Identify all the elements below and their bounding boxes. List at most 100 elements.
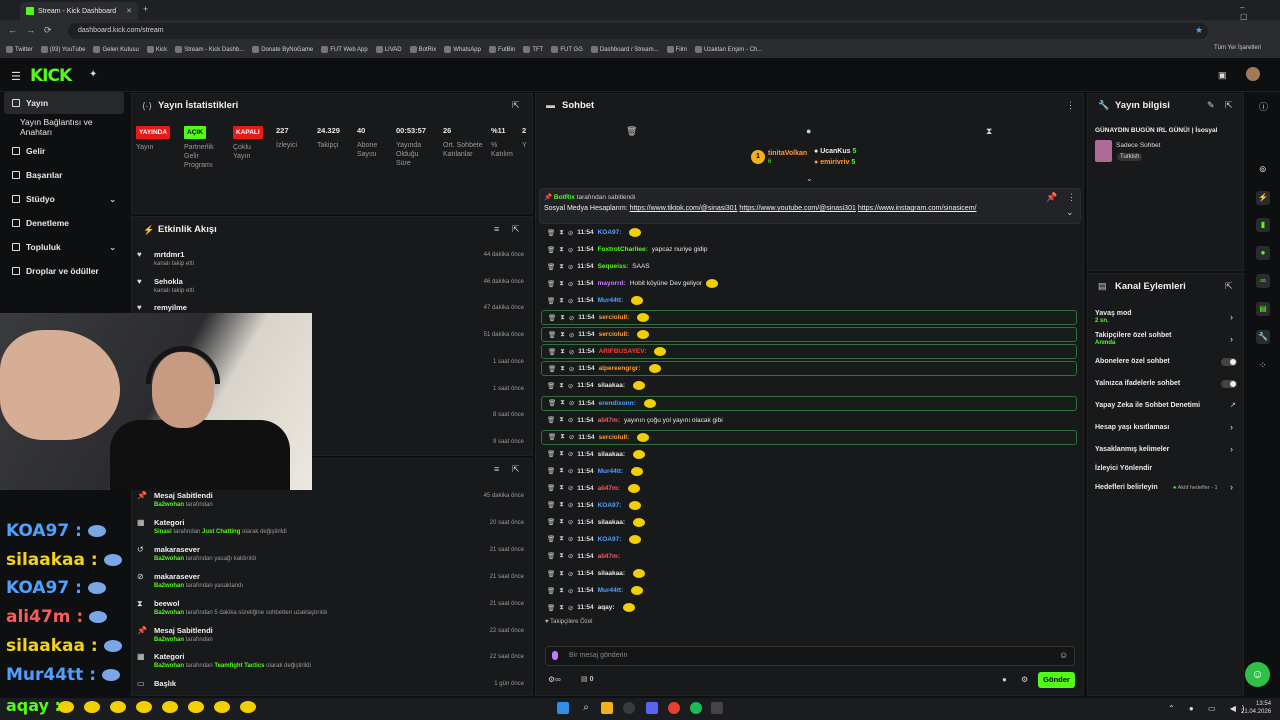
quick-action-1-icon[interactable]: ⚡: [1256, 191, 1270, 205]
ban-icon[interactable]: ⊘: [568, 570, 573, 578]
chat-username[interactable]: Mur44tt:: [598, 297, 624, 304]
chat-username[interactable]: KOA97:: [598, 536, 622, 543]
more-icon[interactable]: ⋮: [1067, 192, 1076, 203]
filter-icon[interactable]: ≡: [494, 464, 499, 474]
timeout-icon[interactable]: ⧗: [559, 604, 564, 612]
ban-icon[interactable]: ⊘: [569, 433, 574, 441]
action-banned-words[interactable]: Yasaklanmış kelimeler: [1095, 446, 1169, 453]
delete-icon[interactable]: 🗑: [547, 382, 555, 390]
sidebar-item-basarilar[interactable]: Başarılar: [4, 164, 124, 186]
bookmark-star-icon[interactable]: ★: [1195, 25, 1203, 36]
chat-username[interactable]: Mur44tt:: [598, 587, 624, 594]
chevron-right-icon[interactable]: ›: [1230, 444, 1233, 454]
ban-icon[interactable]: ⊘: [568, 229, 573, 237]
chevron-right-icon[interactable]: ›: [1230, 312, 1233, 322]
sidebar-item-stream-key[interactable]: Yayın Bağlantısı ve Anahtarı: [4, 116, 124, 138]
delete-icon[interactable]: 🗑: [547, 552, 555, 560]
camera-icon[interactable]: ⊚: [1259, 164, 1267, 175]
action-host[interactable]: İzleyici Yönlendir: [1095, 465, 1152, 472]
chat-username[interactable]: silaakaa:: [598, 451, 625, 458]
chat-message[interactable]: 🗑 ⧗ ⊘ 11:54 silaakaa:: [541, 566, 1077, 581]
kick-logo[interactable]: KICK: [30, 66, 72, 86]
chat-username[interactable]: FoxtrotCharliee:: [598, 246, 648, 253]
support-chat-icon[interactable]: ☺: [1245, 662, 1270, 687]
chat-username[interactable]: mayorrd:: [598, 280, 626, 287]
bookmark-item[interactable]: FUT Web App: [321, 46, 368, 53]
action-slow-mode[interactable]: Yavaş mod 2 sn.: [1095, 310, 1132, 324]
chat-message[interactable]: 🗑 ⧗ ⊘ 11:54 ARIFBUSAYEV:: [541, 344, 1077, 360]
timeout-icon[interactable]: ⧗: [560, 314, 565, 322]
chat-username[interactable]: sercioluII:: [599, 434, 630, 441]
chat-username[interactable]: sercioluII:: [599, 331, 630, 338]
ban-icon[interactable]: ⊘: [568, 518, 573, 526]
chat-message[interactable]: 🗑 ⧗ ⊘ 11:54 sercioluII:: [541, 327, 1077, 343]
bookmark-item[interactable]: FUT GG: [551, 46, 583, 53]
delete-icon[interactable]: 🗑: [547, 518, 555, 526]
bookmark-item[interactable]: Stream - Kick Dashb...: [175, 46, 244, 53]
popout-icon[interactable]: ⇱: [1225, 100, 1233, 111]
ban-icon[interactable]: ⊘: [569, 314, 574, 322]
delete-icon[interactable]: 🗑: [547, 450, 555, 458]
chat-username[interactable]: Sequeiss:: [598, 263, 629, 270]
chat-message[interactable]: 🗑 ⧗ ⊘ 11:54 silaakaa:: [541, 378, 1077, 393]
action-goals[interactable]: Hedefleri belirleyin: [1095, 484, 1158, 491]
emote-only-toggle[interactable]: [1221, 380, 1237, 388]
chat-username[interactable]: ali47m:: [598, 417, 620, 424]
chat-message[interactable]: 🗑 ⧗ ⊘ 11:54 sercioluII:: [541, 429, 1077, 445]
url-field[interactable]: dashboard.kick.com/stream: [68, 23, 1208, 39]
pinned-link[interactable]: https://www.tiktok.com/@sinasi301: [630, 205, 738, 212]
sidebar-item-topluluk[interactable]: Topluluk ⌄: [4, 236, 124, 258]
delete-icon[interactable]: 🗑: [547, 280, 555, 288]
screen-icon[interactable]: ▣: [1218, 70, 1227, 81]
sidebar-item-denetleme[interactable]: Denetleme: [4, 212, 124, 234]
subs-only-toggle[interactable]: [1221, 358, 1237, 366]
chat-message[interactable]: 🗑 ⧗ ⊘ 11:54 KOA97:: [541, 225, 1077, 240]
chat-message[interactable]: 🗑 ⧗ ⊘ 11:54 erendixonn:: [541, 395, 1077, 411]
timeout-icon[interactable]: ⧗: [559, 467, 564, 475]
chat-message[interactable]: 🗑 ⧗ ⊘ 11:54 ali47m:: [541, 481, 1077, 496]
chat-message[interactable]: 🗑 ⧗ ⊘ 11:54 sercioluII:: [541, 310, 1077, 326]
bookmark-item[interactable]: Donate ByNoGame: [252, 46, 313, 53]
timeout-icon[interactable]: ⧗: [560, 433, 565, 441]
category-name[interactable]: Sadece Sohbet: [1116, 142, 1160, 149]
chat-message[interactable]: 🗑 ⧗ ⊘ 11:54 ali47m:: [541, 549, 1077, 564]
bookmark-item[interactable]: TFT: [523, 46, 543, 53]
browser-tab[interactable]: Stream - Kick Dashboard ✕: [20, 2, 138, 20]
timeout-icon[interactable]: ⧗: [559, 570, 564, 578]
sidebar-item-yayin[interactable]: Yayın: [4, 92, 124, 114]
ban-icon[interactable]: ⊘: [568, 535, 573, 543]
action-followers-only[interactable]: Takipçilere özel sohbet Anında: [1095, 332, 1172, 346]
all-bookmarks[interactable]: Tüm Yer İşaretleri: [1214, 45, 1261, 51]
timeout-icon[interactable]: ⧗: [559, 382, 564, 390]
chat-message[interactable]: 🗑 ⧗ ⊘ 11:54 silaakaa:: [541, 447, 1077, 462]
chat-username[interactable]: Mur44tt:: [598, 468, 624, 475]
ban-icon[interactable]: ⊘: [568, 587, 573, 595]
delete-icon[interactable]: 🗑: [547, 501, 555, 509]
bookmark-item[interactable]: Film: [666, 46, 687, 53]
chat-username[interactable]: silaakaa:: [598, 519, 625, 526]
popout-icon[interactable]: ⇱: [512, 100, 520, 111]
spotify-icon[interactable]: [690, 702, 702, 714]
timeout-icon[interactable]: ⧗: [559, 263, 564, 271]
timeout-icon[interactable]: ⧗: [560, 399, 565, 407]
chat-settings-icon[interactable]: ⚙∞: [548, 675, 561, 684]
timeout-icon[interactable]: ⧗: [560, 348, 565, 356]
avatar[interactable]: [1246, 67, 1260, 81]
chat-username[interactable]: aqay:: [598, 604, 615, 611]
quick-action-3-icon[interactable]: ●: [1256, 246, 1270, 260]
timeout-icon[interactable]: ⧗: [559, 501, 564, 509]
gifter-1[interactable]: ● UcanKus 5: [814, 148, 856, 155]
chat-username[interactable]: sercioluII:: [599, 314, 630, 321]
delete-icon[interactable]: 🗑: [548, 348, 556, 356]
bookmark-item[interactable]: (93) YouTube: [40, 46, 85, 53]
timeout-icon[interactable]: ⧗: [559, 450, 564, 458]
info-icon[interactable]: ⓘ: [1259, 100, 1268, 113]
close-tab-icon[interactable]: ✕: [126, 7, 132, 15]
filter-icon[interactable]: ≡: [494, 224, 499, 234]
chat-bubble-icon[interactable]: ●: [1002, 675, 1007, 684]
delete-icon[interactable]: 🗑: [547, 229, 555, 237]
terminal-icon[interactable]: [711, 702, 723, 714]
chat-message[interactable]: 🗑 ⧗ ⊘ 11:54 Mur44tt:: [541, 293, 1077, 308]
popout-icon[interactable]: ⇱: [512, 224, 520, 235]
chat-message[interactable]: 🗑 ⧗ ⊘ 11:54 KOA97:: [541, 532, 1077, 547]
